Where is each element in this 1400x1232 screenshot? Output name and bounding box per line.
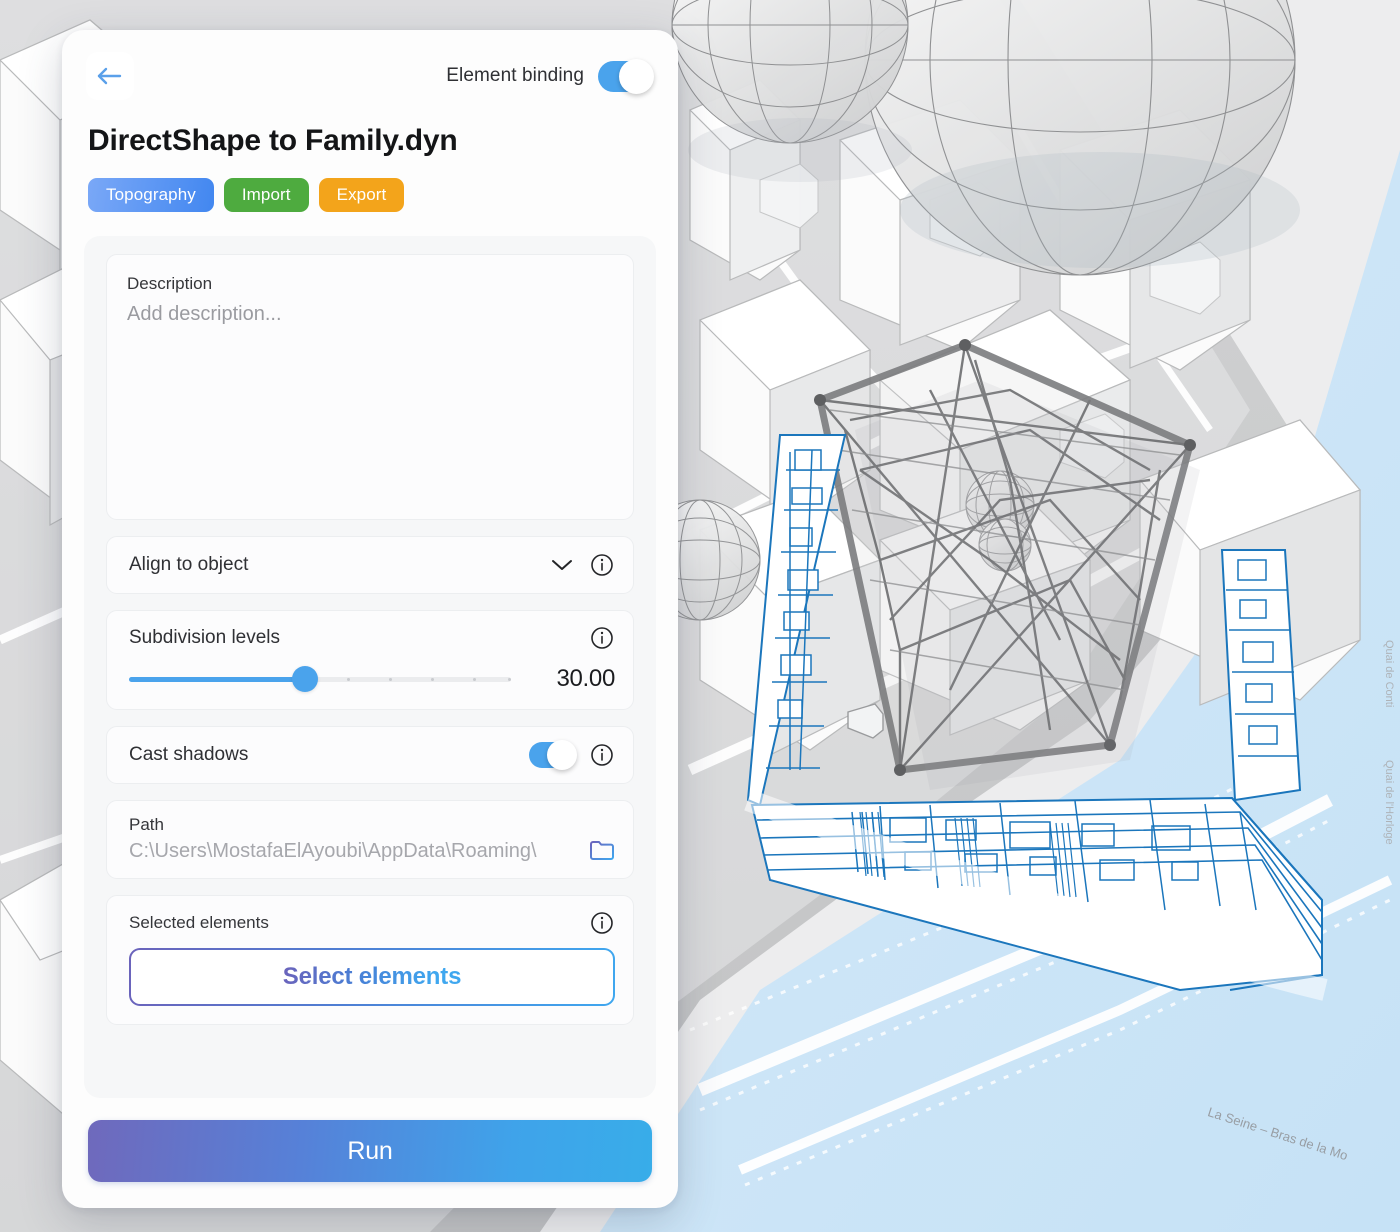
run-button[interactable]: Run <box>88 1120 652 1182</box>
chevron-down-icon[interactable] <box>549 552 575 578</box>
slider-fill <box>129 677 305 682</box>
subdivision-levels-label: Subdivision levels <box>129 627 280 649</box>
path-label: Path <box>129 815 615 835</box>
selected-elements-field: Selected elements Select elements <box>106 895 634 1025</box>
description-placeholder: Add description... <box>127 299 613 329</box>
cast-shadows-label: Cast shadows <box>129 744 515 766</box>
panel-footer: Run <box>62 1098 678 1208</box>
subdivision-slider[interactable] <box>129 666 511 692</box>
cast-shadows-field[interactable]: Cast shadows <box>106 726 634 784</box>
description-field[interactable]: Description Add description... <box>106 254 634 520</box>
panel-header: Element binding <box>62 30 678 104</box>
select-elements-button[interactable]: Select elements <box>129 948 615 1006</box>
select-elements-button-label: Select elements <box>283 963 461 991</box>
path-field[interactable]: Path C:\Users\MostafaElAyoubi\AppData\Ro… <box>106 800 634 879</box>
folder-icon[interactable] <box>589 837 615 863</box>
subdivision-levels-field[interactable]: Subdivision levels <box>106 610 634 710</box>
tab-import[interactable]: Import <box>224 178 309 212</box>
info-icon-subdivision[interactable] <box>589 625 615 651</box>
subdivision-value: 30.00 <box>529 665 615 693</box>
slider-thumb[interactable] <box>292 666 318 692</box>
script-settings-panel: Element binding DirectShape to Family.dy… <box>62 30 678 1208</box>
description-label: Description <box>127 271 613 297</box>
tab-export[interactable]: Export <box>319 178 405 212</box>
page-title: DirectShape to Family.dyn <box>62 104 678 158</box>
element-binding-group: Element binding <box>446 61 652 92</box>
toggle-knob <box>547 740 577 770</box>
path-value[interactable]: C:\Users\MostafaElAyoubi\AppData\Roaming… <box>129 840 579 863</box>
cast-shadows-toggle[interactable] <box>529 742 575 768</box>
svg-text:Quai de Conti: Quai de Conti <box>1383 640 1395 707</box>
back-button[interactable] <box>86 52 134 100</box>
tag-row: Topography Import Export <box>62 158 678 212</box>
element-binding-toggle[interactable] <box>598 61 652 92</box>
tab-topography[interactable]: Topography <box>88 178 214 212</box>
info-icon-cast-shadows[interactable] <box>589 742 615 768</box>
svg-text:Quai de l'Horloge: Quai de l'Horloge <box>1383 760 1395 845</box>
align-to-object-label: Align to object <box>129 554 535 576</box>
element-binding-label: Element binding <box>446 65 584 87</box>
form-card: Description Add description... Align to … <box>84 236 656 1098</box>
align-to-object-dropdown[interactable]: Align to object <box>106 536 634 594</box>
arrow-left-icon <box>96 65 124 87</box>
toggle-knob <box>619 59 654 94</box>
selected-elements-label: Selected elements <box>129 913 269 933</box>
info-icon-align[interactable] <box>589 552 615 578</box>
info-icon-selected-elements[interactable] <box>589 910 615 936</box>
floorplan-slab-stack-right <box>1222 550 1300 800</box>
